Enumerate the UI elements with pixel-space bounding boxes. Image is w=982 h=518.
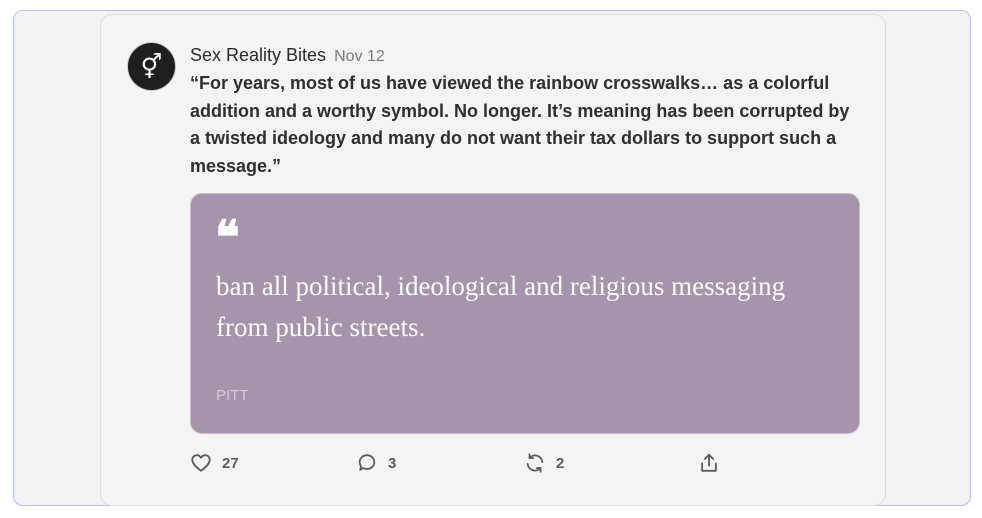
like-count: 27 (222, 454, 239, 472)
quote-source: PITT (216, 387, 249, 404)
quote-card[interactable]: ❝ ban all political, ideological and rel… (190, 193, 860, 434)
comment-icon (358, 454, 376, 471)
restack-icon (526, 453, 544, 473)
restack-count: 2 (556, 454, 565, 472)
post-date[interactable]: Nov 12 (334, 48, 385, 66)
heart-icon (191, 454, 211, 472)
like-button[interactable]: 27 (190, 452, 239, 474)
share-icon (701, 453, 717, 472)
comment-count: 3 (388, 454, 397, 472)
gender-symbol-icon: ⚥ (140, 52, 163, 81)
share-button[interactable] (698, 452, 720, 474)
comment-button[interactable]: 3 (356, 452, 396, 474)
author-name[interactable]: Sex Reality Bites (190, 45, 326, 66)
action-bar: 27 3 2 (190, 452, 730, 480)
note-body: “For years, most of us have viewed the r… (190, 73, 850, 176)
quote-mark-icon: ❝ (215, 210, 240, 264)
avatar[interactable]: ⚥ (127, 42, 176, 91)
note-header: Sex Reality Bites Nov 12 (190, 45, 385, 67)
quote-text: ban all political, ideological and relig… (216, 271, 786, 342)
restack-button[interactable]: 2 (524, 452, 564, 474)
